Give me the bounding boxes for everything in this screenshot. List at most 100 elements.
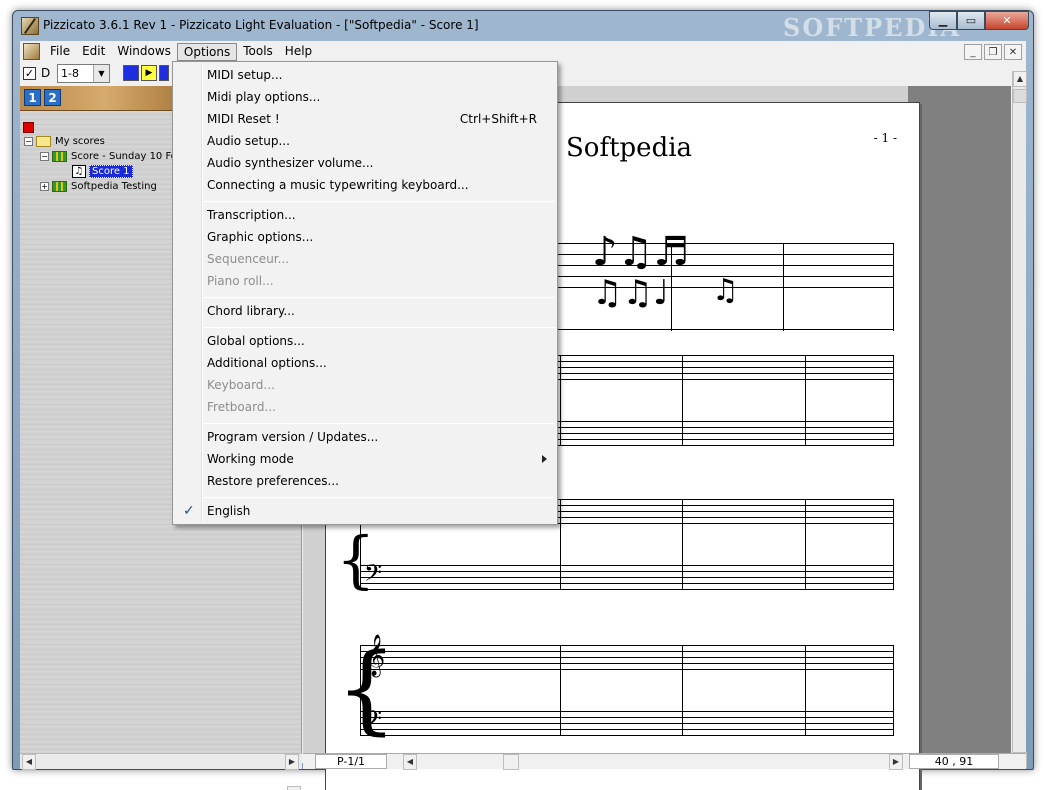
menu-options[interactable]: Options — [176, 43, 238, 61]
notes-icon[interactable]: ♫♫♩ — [592, 273, 669, 313]
mdi-close-button[interactable]: ✕ — [1004, 44, 1022, 60]
tree-item-score-sunday[interactable]: − Score - Sunday 10 Fe — [40, 149, 177, 164]
menu-item-label: Audio synthesizer volume... — [207, 156, 374, 170]
stop-button[interactable] — [123, 65, 139, 81]
scroll-left-icon[interactable]: ◀ — [403, 754, 417, 770]
menu-item-label: Fretboard... — [207, 400, 276, 414]
menu-item-transcription[interactable]: Transcription... — [175, 204, 555, 226]
menu-item-label: Keyboard... — [207, 378, 275, 392]
play-button[interactable]: ▶ — [141, 65, 157, 81]
scroll-thumb[interactable] — [503, 754, 519, 770]
menu-item-label: Connecting a music typewriting keyboard.… — [207, 178, 469, 192]
expand-icon[interactable]: + — [40, 182, 49, 191]
measure-range-select[interactable]: 1-8 ▼ — [57, 64, 110, 83]
chevron-down-icon[interactable]: ▼ — [93, 65, 109, 82]
page-tab-2[interactable]: 2 — [44, 89, 61, 106]
left-horizontal-scrollbar[interactable]: ◀ ▶ — [20, 753, 302, 770]
play-icon: ▶ — [145, 68, 153, 78]
color-indicator[interactable] — [23, 122, 34, 133]
menu-item-sequenceur: Sequenceur... — [175, 248, 555, 270]
chevron-down-icon[interactable]: ▼ — [287, 786, 301, 790]
scroll-thumb[interactable] — [1013, 89, 1027, 103]
menu-item-audio-synth-volume[interactable]: Audio synthesizer volume... — [175, 152, 555, 174]
options-menu: MIDI setup... Midi play options... MIDI … — [172, 61, 558, 525]
checkbox-label: D — [41, 66, 51, 80]
minimize-icon: ▁ — [938, 14, 948, 27]
mdi-restore-button[interactable]: ❐ — [984, 44, 1002, 60]
display-checkbox[interactable]: ✓ — [23, 67, 36, 80]
menu-item-label: Graphic options... — [207, 230, 314, 244]
scroll-right-icon[interactable]: ▶ — [889, 754, 903, 770]
checkmark-icon: ✓ — [183, 503, 195, 519]
score-title[interactable]: Softpedia — [566, 133, 692, 163]
collapse-icon[interactable]: − — [24, 137, 33, 146]
menu-item-label: Restore preferences... — [207, 474, 339, 488]
menu-file[interactable]: File — [44, 41, 76, 62]
tree-item-label: Softpedia Testing — [71, 181, 157, 192]
menu-item-shortcut: Ctrl+Shift+R — [459, 112, 537, 126]
pizzicato-app-icon[interactable] — [21, 17, 39, 35]
close-icon: ✕ — [1002, 14, 1012, 27]
menu-item-chord-library[interactable]: Chord library... — [175, 300, 555, 322]
menu-separator — [203, 327, 555, 328]
mdi-minimize-button[interactable]: _ — [964, 44, 982, 60]
notes-icon[interactable]: ♫ — [712, 273, 739, 308]
menu-item-global-options[interactable]: Global options... — [175, 330, 555, 352]
menu-item-additional-options[interactable]: Additional options... — [175, 352, 555, 374]
menu-item-label: Working mode — [207, 452, 294, 466]
menu-separator — [203, 201, 555, 202]
menu-item-program-version[interactable]: Program version / Updates... — [175, 426, 555, 448]
menu-bar: File Edit Windows Options Tools Help _ ❐… — [20, 41, 1026, 62]
tree-item-label: Score - Sunday 10 Fe — [71, 151, 177, 162]
tree-item-my-scores[interactable]: − My scores — [24, 134, 105, 149]
menu-item-audio-setup[interactable]: Audio setup... — [175, 130, 555, 152]
status-bar: P-1/1 ◀ ▶ 40 , 91 — [303, 753, 1026, 770]
menu-item-midi-play-options[interactable]: Midi play options... — [175, 86, 555, 108]
tree-item-score-1[interactable]: ♫ Score 1 — [72, 164, 133, 179]
menu-item-label: MIDI Reset ! — [207, 112, 280, 126]
menu-separator — [203, 497, 555, 498]
maximize-icon: ▭ — [965, 14, 977, 27]
title-bar[interactable]: Pizzicato 3.6.1 Rev 1 - Pizzicato Light … — [13, 11, 1033, 42]
treble-clef-icon[interactable]: 𝄞 — [364, 635, 385, 677]
menu-item-label: Global options... — [207, 334, 305, 348]
close-icon: ✕ — [1008, 46, 1018, 58]
menu-item-label: Sequenceur... — [207, 252, 290, 266]
record-button[interactable] — [159, 65, 169, 81]
restore-icon: ❐ — [988, 46, 998, 58]
menu-item-midi-reset[interactable]: MIDI Reset ! Ctrl+Shift+R — [175, 108, 555, 130]
menu-edit[interactable]: Edit — [76, 41, 111, 62]
menu-tools[interactable]: Tools — [237, 41, 279, 62]
measure-range-value: 1-8 — [61, 67, 79, 80]
menu-item-english[interactable]: ✓ English — [175, 500, 555, 522]
tree-item-softpedia-testing[interactable]: + Softpedia Testing — [40, 179, 157, 194]
menu-item-fretboard: Fretboard... — [175, 396, 555, 418]
scroll-right-icon[interactable]: ▶ — [285, 754, 299, 770]
menu-item-label: Audio setup... — [207, 134, 290, 148]
menu-item-graphic-options[interactable]: Graphic options... — [175, 226, 555, 248]
menu-item-label: Transcription... — [207, 208, 296, 222]
menu-item-keyboard: Keyboard... — [175, 374, 555, 396]
document-icon[interactable] — [23, 43, 40, 60]
bass-clef-icon[interactable]: 𝄢 — [364, 559, 382, 593]
minimize-button[interactable]: ▁ — [929, 11, 957, 30]
scroll-up-icon[interactable]: ▲ — [1013, 71, 1027, 87]
menu-windows[interactable]: Windows — [111, 41, 177, 62]
collapse-icon[interactable]: − — [40, 152, 49, 161]
menu-item-label: Midi play options... — [207, 90, 321, 104]
menu-item-restore-preferences[interactable]: Restore preferences... — [175, 470, 555, 492]
menu-help[interactable]: Help — [279, 41, 318, 62]
menu-item-label: Program version / Updates... — [207, 430, 379, 444]
vertical-scrollbar[interactable]: ▲ ▼ — [1012, 71, 1027, 768]
bass-clef-icon[interactable]: 𝄢 — [364, 705, 382, 739]
maximize-button[interactable]: ▭ — [957, 11, 985, 30]
menu-item-midi-setup[interactable]: MIDI setup... — [175, 64, 555, 86]
close-button[interactable]: ✕ — [985, 11, 1029, 30]
notes-icon[interactable]: ♪♫♬ — [592, 229, 689, 275]
menu-item-working-mode[interactable]: Working mode — [175, 448, 555, 470]
menu-item-typewriting-keyboard[interactable]: Connecting a music typewriting keyboard.… — [175, 174, 555, 196]
scroll-left-icon[interactable]: ◀ — [22, 754, 36, 770]
score-grid-icon — [52, 151, 67, 162]
left-scroll-down[interactable]: ▼ — [287, 786, 302, 790]
page-tab-1[interactable]: 1 — [24, 89, 41, 106]
